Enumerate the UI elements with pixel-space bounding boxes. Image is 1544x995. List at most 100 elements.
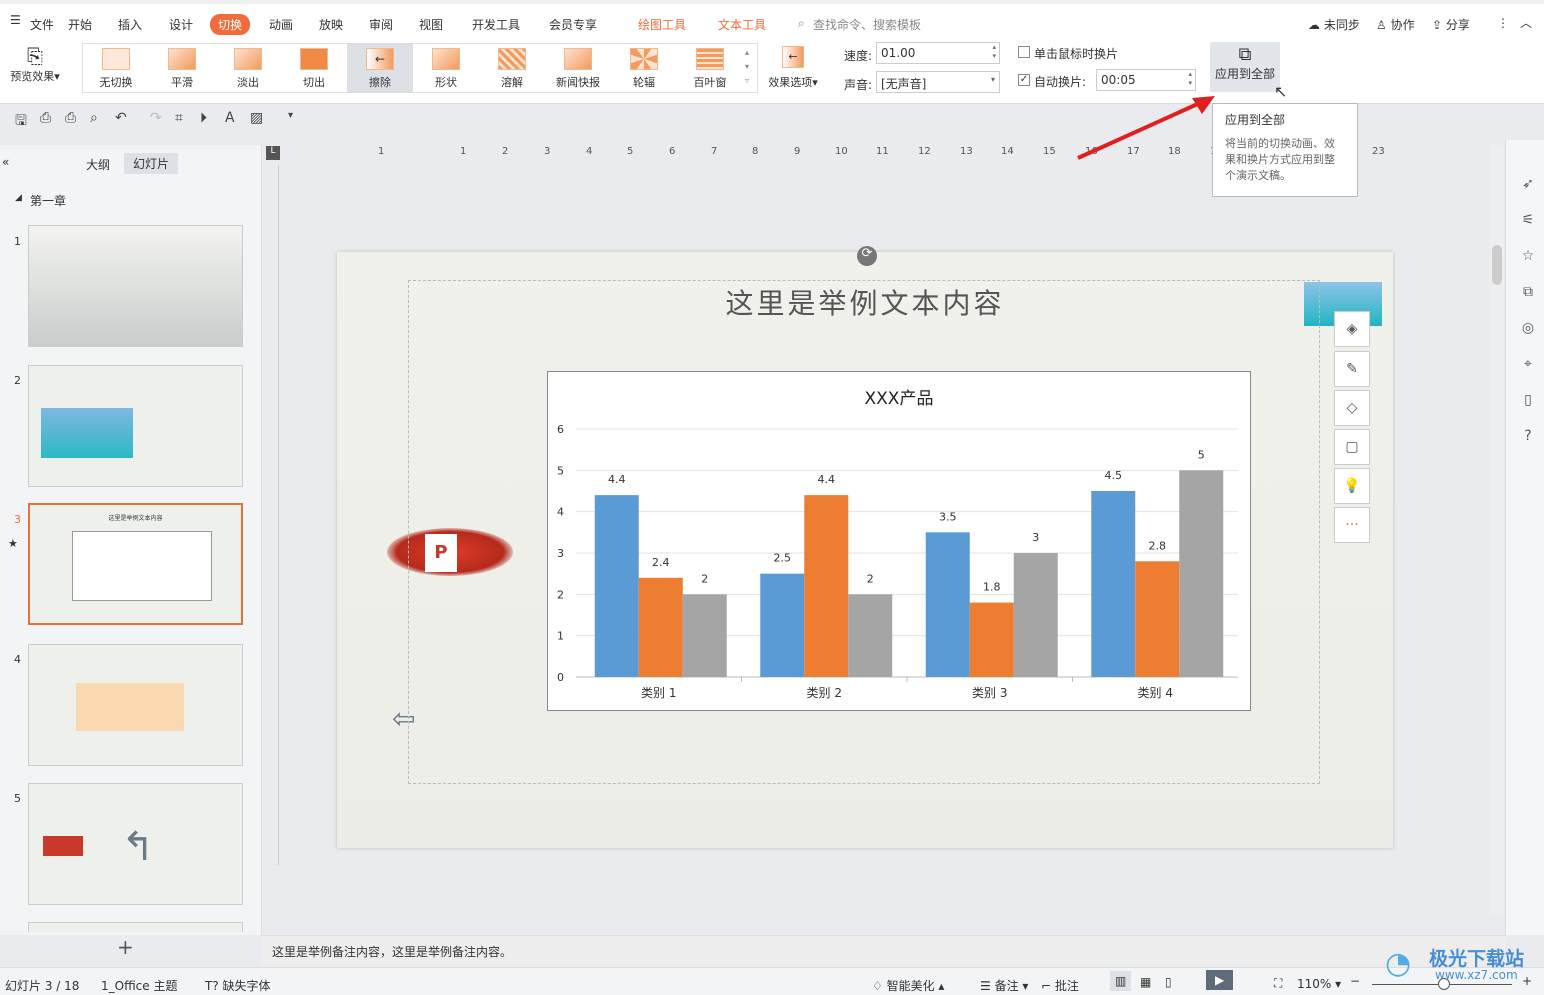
collapse-ribbon-icon[interactable]: ︿ xyxy=(1520,14,1532,31)
zoom-out-button[interactable]: − xyxy=(1350,974,1360,988)
effect-options-button[interactable]: ← 效果选项▾ xyxy=(762,44,824,90)
section-collapse-icon[interactable]: ◢ xyxy=(15,193,22,203)
reading-view-icon[interactable]: ▯ xyxy=(1165,975,1172,989)
slide-thumbnail-5[interactable]: ↰ xyxy=(28,783,243,905)
transition-fade[interactable]: 淡出 xyxy=(215,44,281,92)
tab-stop-icon[interactable]: L xyxy=(266,146,280,160)
speed-input[interactable]: 01.00 ▴ ▾ xyxy=(876,42,1000,64)
print-preview-icon[interactable]: ⌕ xyxy=(90,110,98,126)
format-painter-icon[interactable]: ⌗ xyxy=(175,110,183,126)
tab-transition[interactable]: 切换 xyxy=(210,14,251,35)
undo-icon[interactable]: ↶ xyxy=(115,110,127,126)
tab-insert[interactable]: 插入 xyxy=(110,14,150,35)
tab-start[interactable]: 开始 xyxy=(60,14,100,35)
pen-icon[interactable]: ✎ xyxy=(1334,351,1370,387)
scroll-thumb[interactable] xyxy=(1492,245,1502,285)
slide-thumbnail-6[interactable] xyxy=(28,922,243,932)
notes-text[interactable]: 这里是举例备注内容，这里是举例备注内容。 xyxy=(272,945,512,959)
transition-smooth[interactable]: 平滑 xyxy=(149,44,215,92)
fill-icon[interactable]: ◇ xyxy=(1334,390,1370,426)
gallery-scroll[interactable]: ▴ ▾ ▿ xyxy=(745,46,749,88)
transition-wipe[interactable]: ← 擦除 xyxy=(347,44,413,92)
slide-thumbnail-2[interactable] xyxy=(28,365,243,487)
section-title[interactable]: 第一章 xyxy=(30,192,66,209)
beautify-button[interactable]: ♢ 智能美化 ▴ xyxy=(872,977,944,994)
share-button[interactable]: ⇪ 分享 xyxy=(1432,16,1470,33)
play-icon[interactable]: ⏵ xyxy=(200,110,207,126)
rotate-handle-icon[interactable]: ⟳ xyxy=(857,246,877,266)
time-spinner[interactable]: ▴ ▾ xyxy=(1188,70,1192,88)
comment-label: 批注 xyxy=(1054,979,1079,993)
ruler-label: 1 xyxy=(378,146,385,157)
slide-thumbnail-3[interactable]: 这里是举例文本内容 xyxy=(28,503,243,625)
settings-sliders-icon[interactable]: ⚟ xyxy=(1520,212,1536,228)
transition-shape[interactable]: 形状 xyxy=(413,44,479,92)
print-icon[interactable]: ⎙ xyxy=(65,110,76,126)
preview-button[interactable]: ⎘ 预览效果▾ xyxy=(5,44,65,84)
star-animation-icon[interactable]: ☆ xyxy=(1520,248,1536,264)
notes-pane[interactable]: 这里是举例备注内容，这里是举例备注内容。 xyxy=(262,935,1506,967)
rocket-icon[interactable]: ➶ xyxy=(1520,176,1536,192)
sound-select[interactable]: [无声音] ▾ xyxy=(876,71,1000,93)
layers-icon[interactable]: ◈ xyxy=(1334,311,1370,347)
transition-icon[interactable]: ⧉ xyxy=(1520,284,1536,300)
redo-icon[interactable]: ↷ xyxy=(150,110,162,126)
slide-thumbnail-4[interactable] xyxy=(28,644,243,766)
transition-dissolve[interactable]: 溶解 xyxy=(479,44,545,92)
help-icon[interactable]: ? xyxy=(1520,428,1536,444)
bulb-icon[interactable]: 💡 xyxy=(1334,468,1370,504)
notes-button[interactable]: ☰ 备注 ▾ xyxy=(980,977,1028,994)
tab-design[interactable]: 设计 xyxy=(161,14,201,35)
location-icon[interactable]: ⌖ xyxy=(1520,356,1536,372)
transition-newsflash[interactable]: 新闻快报 xyxy=(545,44,611,92)
zoom-level[interactable]: 110% ▾ xyxy=(1297,977,1341,991)
vertical-scrollbar[interactable] xyxy=(1490,145,1504,915)
play-slideshow-button[interactable]: ▶ xyxy=(1206,970,1234,990)
missing-font-button[interactable]: T? 缺失字体 xyxy=(205,977,271,994)
normal-view-icon[interactable]: ▥ xyxy=(1110,971,1132,991)
fit-window-icon[interactable]: ⛶ xyxy=(1274,976,1282,991)
tab-outline[interactable]: 大纲 xyxy=(86,156,110,173)
tab-text-tools[interactable]: 文本工具 xyxy=(710,14,774,35)
palette-icon[interactable]: ◎ xyxy=(1520,320,1536,336)
transition-cut[interactable]: 切出 xyxy=(281,44,347,92)
apply-all-button[interactable]: ⧉ 应用到全部 xyxy=(1210,42,1280,92)
collapse-panel-icon[interactable]: « xyxy=(2,155,9,169)
transition-none[interactable]: 无切换 xyxy=(83,44,149,92)
transition-wheel[interactable]: 轮辐 xyxy=(611,44,677,92)
speed-spinner[interactable]: ▴ ▾ xyxy=(992,43,996,61)
auto-advance-checkbox[interactable]: ✓ xyxy=(1018,74,1030,86)
tab-slideshow[interactable]: 放映 xyxy=(311,14,351,35)
save-icon[interactable]: 🖫 xyxy=(15,110,27,134)
comment-button[interactable]: ⌐ 批注 xyxy=(1041,977,1079,994)
customize-icon[interactable]: ▾ xyxy=(288,110,293,121)
book-icon[interactable]: ▯ xyxy=(1520,392,1536,408)
tab-member[interactable]: 会员专享 xyxy=(541,14,605,35)
image-icon[interactable]: ▨ xyxy=(250,110,263,126)
chart[interactable]: XXX产品 0 1 2 3 4 5 6 4.4 2.4 2 类别 1 2.5 4.4 2 类别 2 3.5 1.… xyxy=(547,371,1251,711)
sorter-view-icon[interactable]: ▦ xyxy=(1140,975,1151,989)
menu-file[interactable]: 文件 xyxy=(22,14,62,35)
menu-icon[interactable]: ☰ xyxy=(10,13,21,27)
tab-animation[interactable]: 动画 xyxy=(261,14,301,35)
auto-time-input[interactable]: 00:05 ▴ ▾ xyxy=(1096,69,1196,91)
more-icon[interactable]: ⋮ xyxy=(1497,16,1509,30)
tab-review[interactable]: 审阅 xyxy=(361,14,401,35)
frame-icon[interactable]: ▢ xyxy=(1334,429,1370,465)
tab-developer[interactable]: 开发工具 xyxy=(464,14,528,35)
slide-thumbnail-1[interactable] xyxy=(28,225,243,347)
theme-name[interactable]: 1_Office 主题 xyxy=(101,977,177,994)
tab-view[interactable]: 视图 xyxy=(411,14,451,35)
tab-slides[interactable]: 幻灯片 xyxy=(124,153,179,174)
more-options-icon[interactable]: ··· xyxy=(1334,507,1370,543)
on-click-checkbox[interactable] xyxy=(1018,46,1030,58)
transition-blinds[interactable]: 百叶窗 xyxy=(677,44,743,92)
tab-drawing-tools[interactable]: 绘图工具 xyxy=(630,14,694,35)
vertical-ruler[interactable] xyxy=(265,165,279,865)
textbox-icon[interactable]: A xyxy=(225,110,235,126)
add-slide-button[interactable]: + xyxy=(117,935,134,959)
command-search[interactable]: 查找命令、搜索模板 xyxy=(813,16,921,33)
export-icon[interactable]: ⎙ xyxy=(40,110,51,126)
collab-button[interactable]: ♙ 协作 xyxy=(1376,16,1415,33)
sync-button[interactable]: ☁ 未同步 xyxy=(1308,16,1360,33)
